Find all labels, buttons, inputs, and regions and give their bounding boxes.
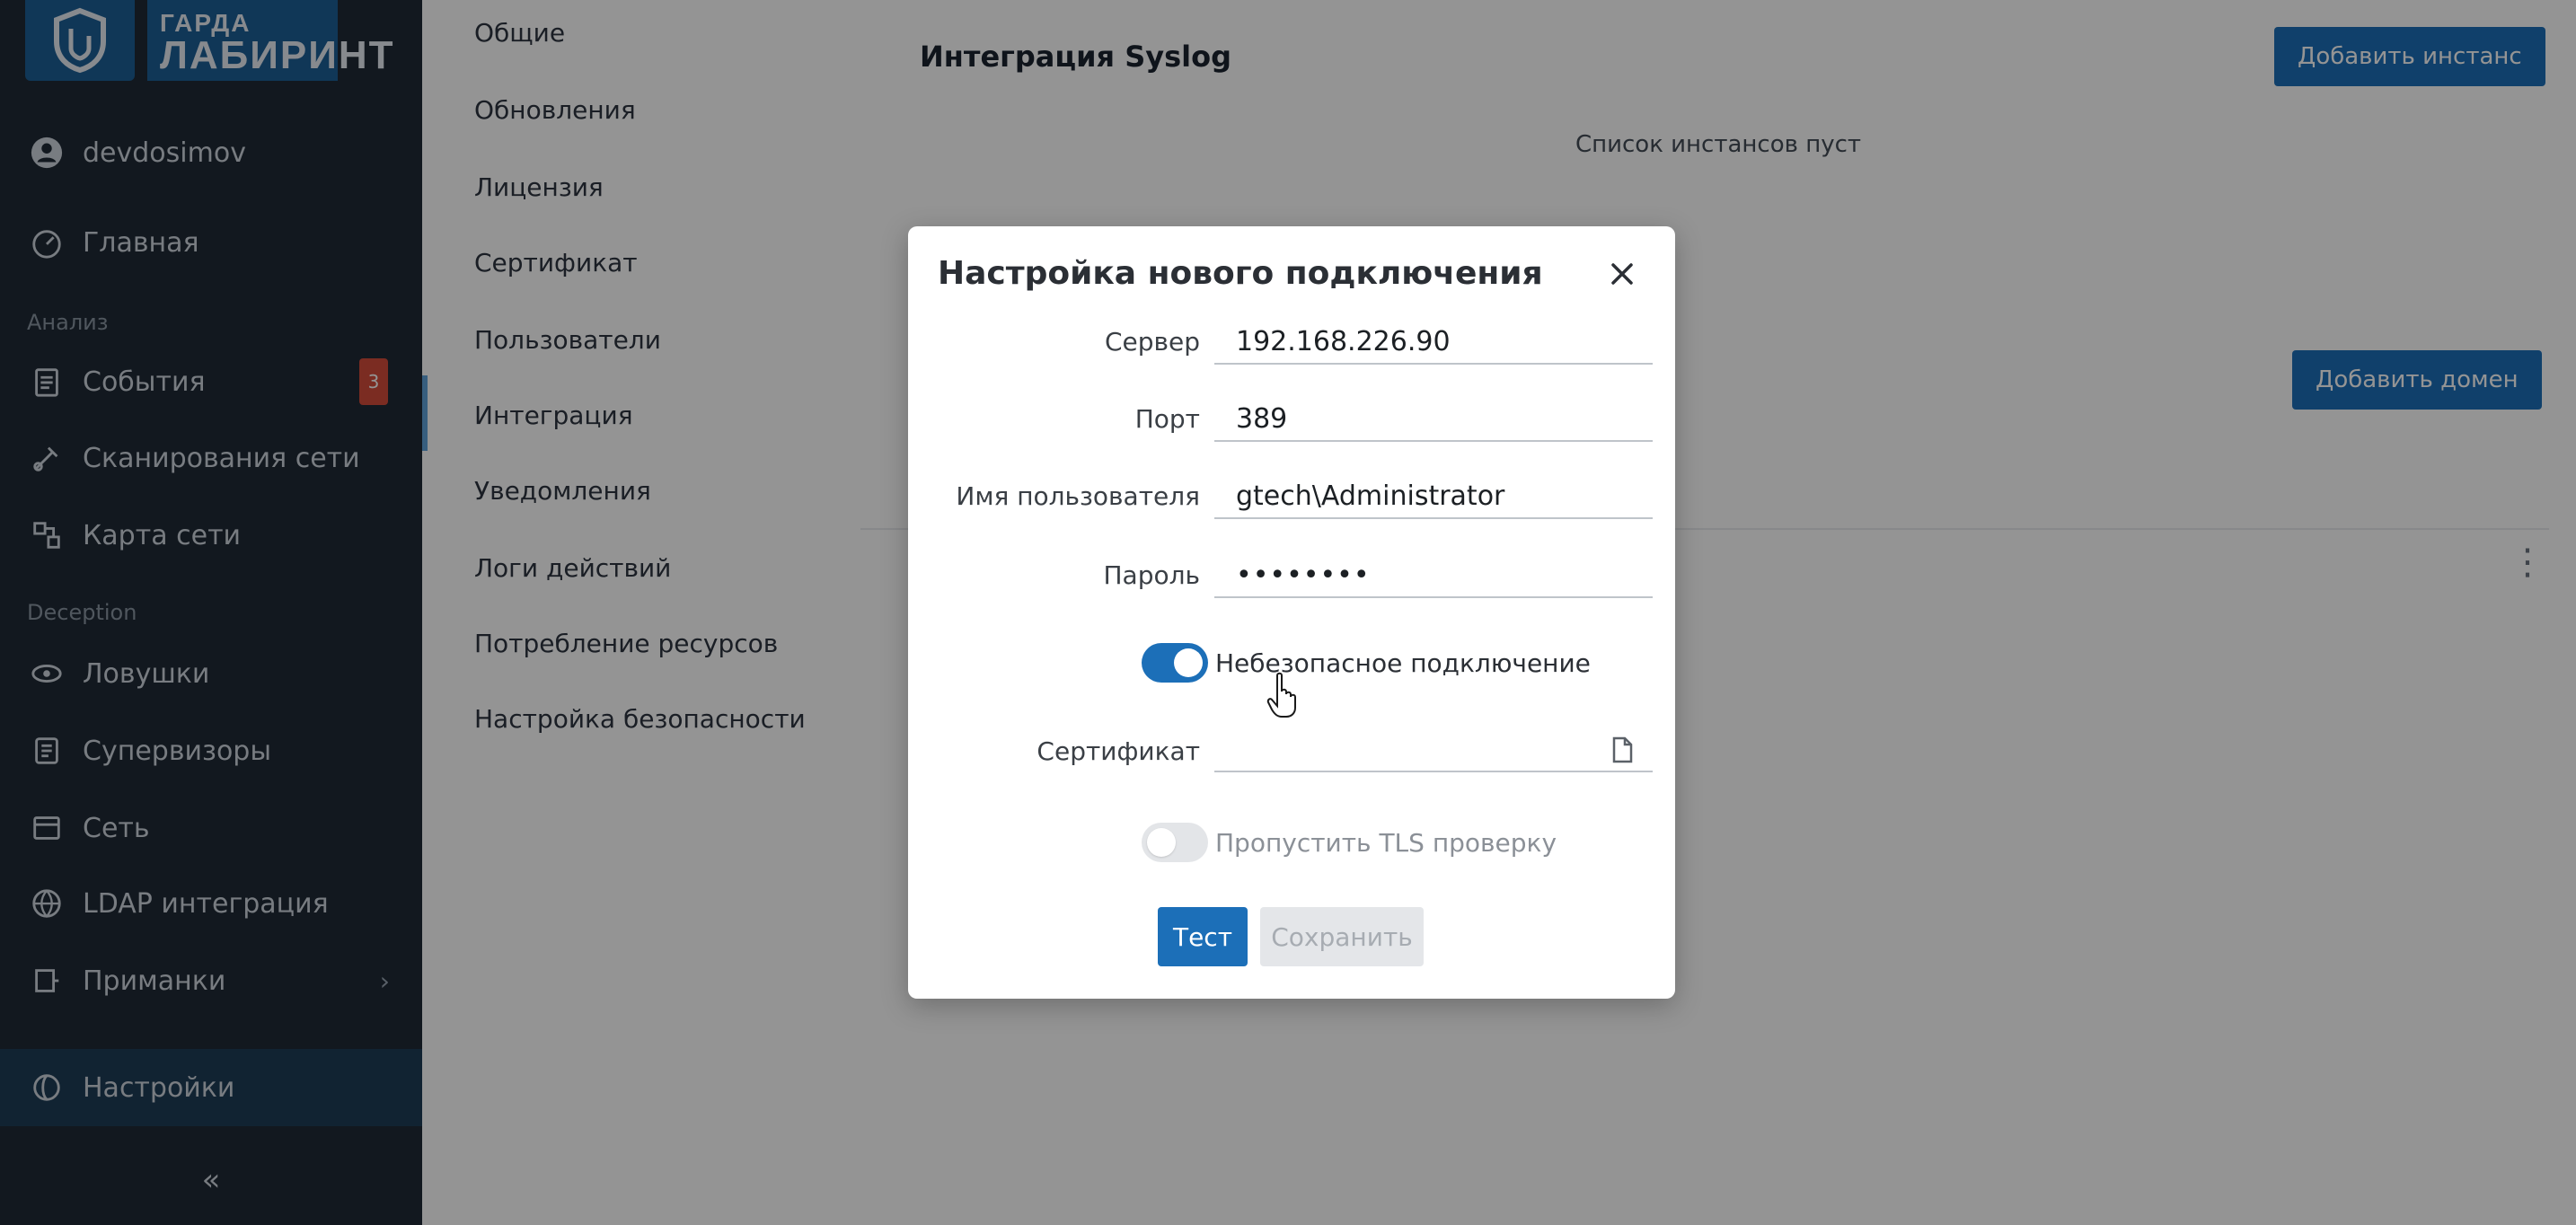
password-label: Пароль	[1103, 560, 1200, 590]
new-connection-dialog: Настройка нового подключения Сервер Порт…	[908, 226, 1675, 999]
username-field[interactable]	[1214, 474, 1653, 519]
password-value: ••••••••	[1236, 559, 1371, 591]
port-label: Порт	[1134, 404, 1200, 434]
certificate-label: Сертификат	[1037, 736, 1200, 766]
toggle-knob	[1147, 828, 1176, 857]
username-label: Имя пользователя	[956, 481, 1200, 511]
username-input[interactable]	[1236, 480, 1653, 512]
port-field[interactable]	[1214, 397, 1653, 442]
skip-tls-toggle[interactable]	[1142, 823, 1208, 862]
insecure-connection-toggle[interactable]	[1142, 643, 1208, 683]
test-button[interactable]: Тест	[1158, 907, 1248, 966]
toggle-knob	[1174, 648, 1203, 677]
server-label: Сервер	[1104, 327, 1200, 357]
dialog-title: Настройка нового подключения	[938, 255, 1543, 292]
password-field[interactable]: ••••••••	[1214, 553, 1653, 598]
pointer-cursor-icon	[1266, 672, 1296, 718]
server-field[interactable]	[1214, 320, 1653, 365]
file-icon[interactable]	[1610, 736, 1636, 763]
close-icon[interactable]	[1600, 251, 1645, 296]
server-input[interactable]	[1236, 325, 1653, 357]
certificate-field[interactable]	[1214, 727, 1653, 772]
skip-tls-label: Пропустить TLS проверку	[1215, 828, 1557, 858]
port-input[interactable]	[1236, 402, 1653, 435]
save-button[interactable]: Сохранить	[1260, 907, 1424, 966]
